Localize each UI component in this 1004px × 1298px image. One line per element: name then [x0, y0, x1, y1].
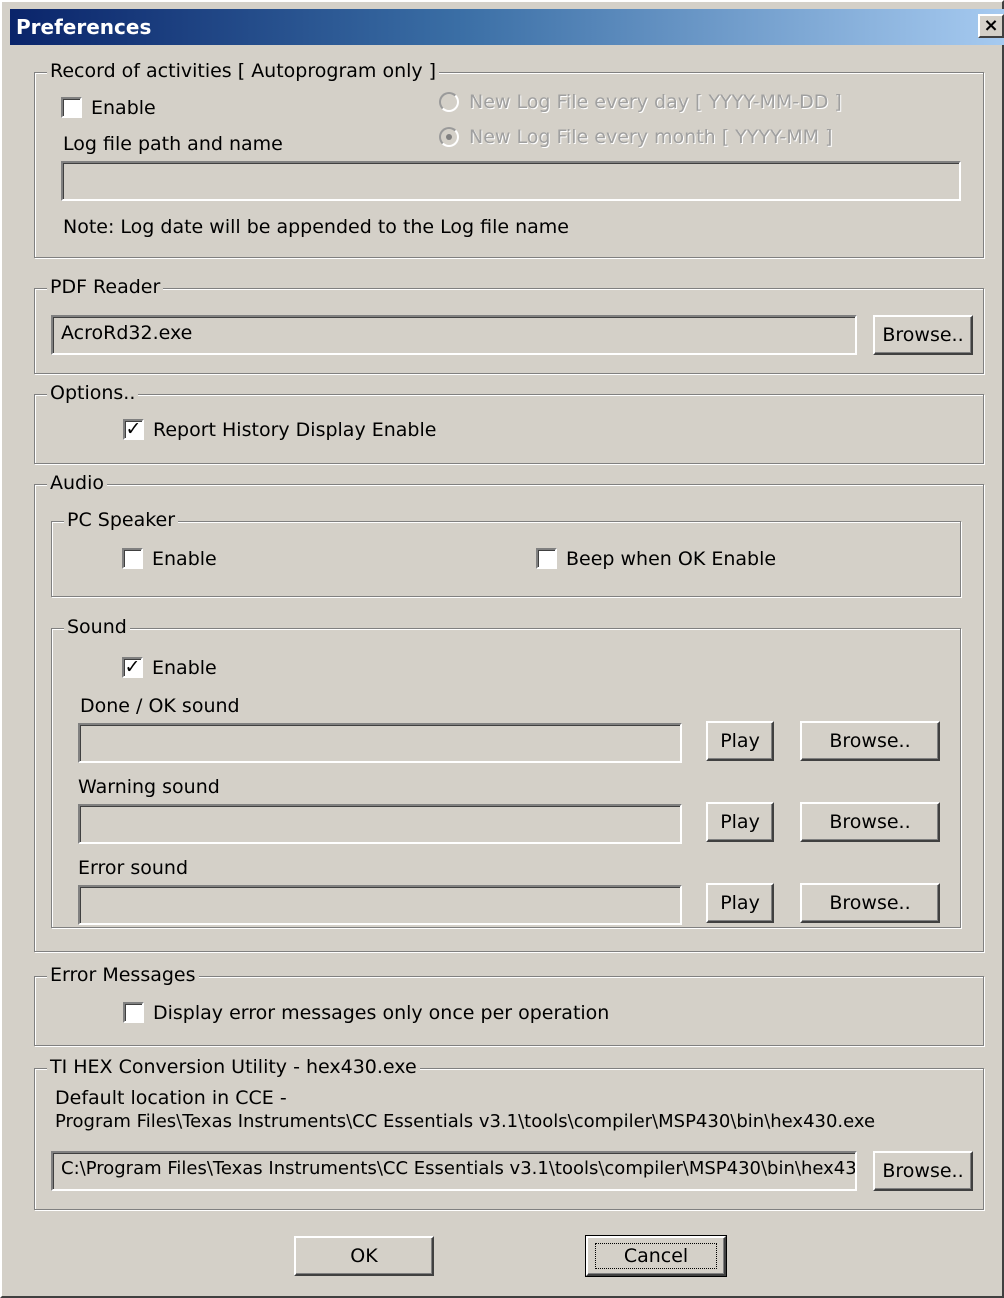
error-messages-group: Error Messages Display error messages on… — [34, 964, 984, 1046]
beep-ok-checkbox[interactable] — [536, 548, 557, 569]
warning-play-button[interactable]: Play — [706, 802, 774, 842]
record-activities-legend: Record of activities [ Autoprogram only … — [47, 60, 440, 82]
close-button[interactable]: × — [978, 14, 1004, 38]
pdf-reader-legend: PDF Reader — [47, 276, 164, 298]
sound-group: Sound ✓ Enable Done / OK sound Play Brow… — [51, 616, 961, 928]
ok-button[interactable]: OK — [294, 1236, 434, 1276]
ti-hex-group: TI HEX Conversion Utility - hex430.exe D… — [34, 1056, 984, 1210]
pc-speaker-enable-checkbox[interactable] — [122, 548, 143, 569]
report-history-label: Report History Display Enable — [153, 419, 437, 441]
radio-selected-dot — [446, 134, 452, 140]
window-title: Preferences — [16, 15, 152, 39]
done-browse-button[interactable]: Browse.. — [800, 721, 940, 761]
error-once-checkbox[interactable] — [123, 1002, 144, 1023]
done-play-button[interactable]: Play — [706, 721, 774, 761]
audio-group: Audio PC Speaker Enable Beep when OK Ena… — [34, 472, 984, 952]
log-note: Note: Log date will be appended to the L… — [63, 216, 569, 238]
options-legend: Options.. — [47, 382, 139, 404]
pc-speaker-enable-label: Enable — [152, 548, 217, 570]
pdf-browse-button[interactable]: Browse.. — [873, 315, 973, 355]
hex-default-line1: Default location in CCE - — [55, 1087, 287, 1109]
done-sound-label: Done / OK sound — [80, 695, 240, 717]
audio-legend: Audio — [47, 472, 108, 494]
log-file-label: Log file path and name — [63, 133, 283, 155]
ti-hex-legend: TI HEX Conversion Utility - hex430.exe — [47, 1056, 420, 1078]
log-file-path-input[interactable] — [61, 161, 961, 201]
warning-browse-button[interactable]: Browse.. — [800, 802, 940, 842]
radio-log-every-day-label: New Log File every day [ YYYY-MM-DD ] — [469, 91, 842, 113]
hex-path-input[interactable]: C:\Program Files\Texas Instruments\CC Es… — [51, 1151, 857, 1191]
error-browse-button[interactable]: Browse.. — [800, 883, 940, 923]
pdf-reader-group: PDF Reader AcroRd32.exe Browse.. — [34, 276, 984, 374]
error-sound-input[interactable] — [78, 885, 682, 925]
report-history-checkbox[interactable]: ✓ — [123, 419, 144, 440]
pc-speaker-group: PC Speaker Enable Beep when OK Enable — [51, 509, 961, 597]
error-messages-legend: Error Messages — [47, 964, 199, 986]
pc-speaker-legend: PC Speaker — [64, 509, 179, 531]
title-bar[interactable]: Preferences × — [10, 9, 1004, 45]
warning-sound-label: Warning sound — [78, 776, 220, 798]
hex-browse-button[interactable]: Browse.. — [873, 1151, 973, 1191]
options-group: Options.. ✓ Report History Display Enabl… — [34, 382, 984, 464]
cancel-button[interactable]: Cancel — [585, 1235, 727, 1277]
hex-default-line2: Program Files\Texas Instruments\CC Essen… — [55, 1111, 876, 1132]
pdf-reader-input[interactable]: AcroRd32.exe — [51, 315, 857, 355]
sound-enable-checkbox[interactable]: ✓ — [122, 657, 143, 678]
radio-log-every-month-label: New Log File every month [ YYYY-MM ] — [469, 126, 833, 148]
beep-ok-label: Beep when OK Enable — [566, 548, 777, 570]
error-once-label: Display error messages only once per ope… — [153, 1002, 610, 1024]
sound-legend: Sound — [64, 616, 130, 638]
cancel-button-label: Cancel — [594, 1243, 718, 1269]
warning-sound-input[interactable] — [78, 804, 682, 844]
done-sound-input[interactable] — [78, 723, 682, 763]
record-activities-group: Record of activities [ Autoprogram only … — [34, 60, 984, 258]
error-play-button[interactable]: Play — [706, 883, 774, 923]
record-enable-label: Enable — [91, 97, 156, 119]
radio-log-every-month[interactable] — [439, 127, 459, 147]
radio-log-every-day[interactable] — [439, 92, 459, 112]
error-sound-label: Error sound — [78, 857, 189, 879]
record-enable-checkbox[interactable] — [61, 97, 82, 118]
preferences-dialog: Preferences × Record of activities [ Aut… — [0, 0, 1004, 1298]
sound-enable-label: Enable — [152, 657, 217, 679]
close-icon: × — [983, 15, 999, 36]
